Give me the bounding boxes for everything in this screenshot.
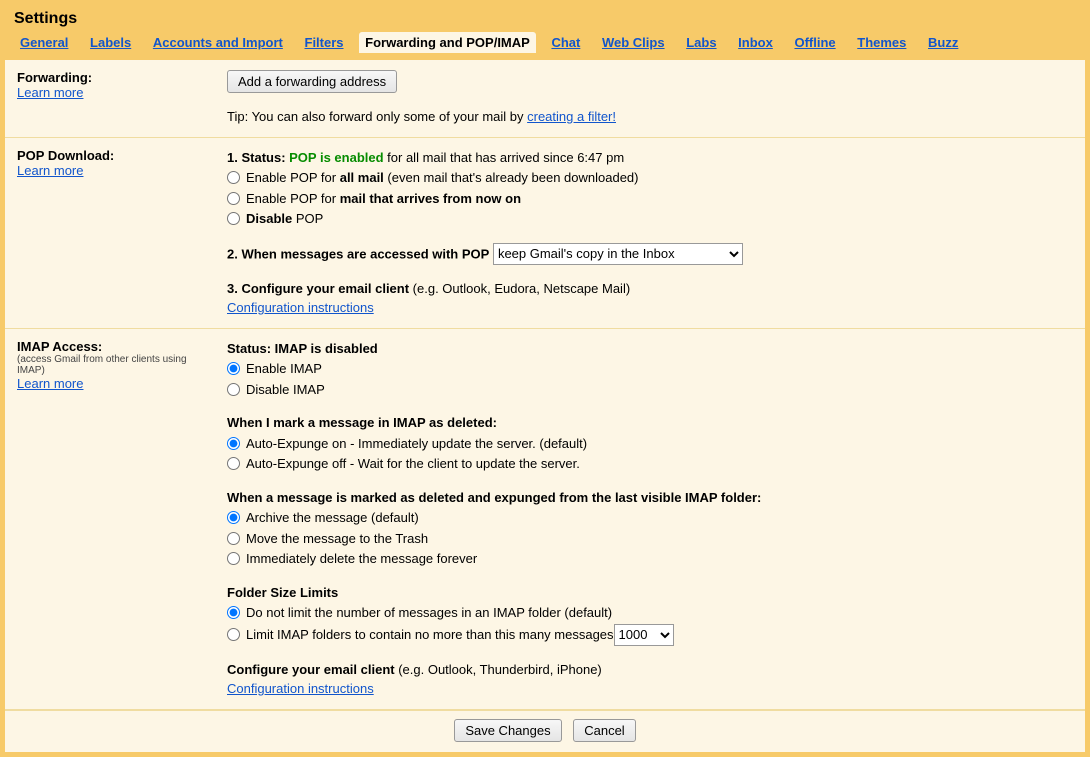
imap-nolimit-radio[interactable] bbox=[227, 606, 240, 619]
imap-deleted-heading: When I mark a message in IMAP as deleted… bbox=[227, 413, 1073, 433]
imap-delete-forever-radio[interactable] bbox=[227, 552, 240, 565]
section-forwarding: Forwarding: Learn more Add a forwarding … bbox=[5, 60, 1085, 138]
imap-autoexpunge-off-label: Auto-Expunge off - Wait for the client t… bbox=[246, 454, 580, 474]
add-forwarding-address-button[interactable]: Add a forwarding address bbox=[227, 70, 397, 93]
tab-labs[interactable]: Labs bbox=[680, 32, 722, 53]
tab-filters[interactable]: Filters bbox=[299, 32, 350, 53]
pop-enable-nowon-radio[interactable] bbox=[227, 192, 240, 205]
pop-learn-more-link[interactable]: Learn more bbox=[17, 163, 83, 178]
imap-status-line: Status: IMAP is disabled bbox=[227, 339, 1073, 359]
pop-download-label: POP Download: bbox=[17, 148, 217, 163]
imap-access-sublabel: (access Gmail from other clients using I… bbox=[17, 354, 217, 376]
tab-themes[interactable]: Themes bbox=[851, 32, 912, 53]
page-title: Settings bbox=[4, 4, 1086, 32]
tab-inbox[interactable]: Inbox bbox=[732, 32, 779, 53]
forwarding-learn-more-link[interactable]: Learn more bbox=[17, 85, 83, 100]
imap-autoexpunge-on-label: Auto-Expunge on - Immediately update the… bbox=[246, 434, 587, 454]
tab-forwarding-pop-imap[interactable]: Forwarding and POP/IMAP bbox=[359, 32, 536, 53]
imap-enable-radio[interactable] bbox=[227, 362, 240, 375]
save-changes-button[interactable]: Save Changes bbox=[454, 719, 561, 742]
pop-configure-client: 3. Configure your email client (e.g. Out… bbox=[227, 279, 1073, 318]
tab-offline[interactable]: Offline bbox=[788, 32, 841, 53]
tab-buzz[interactable]: Buzz bbox=[922, 32, 964, 53]
pop-enable-all-radio[interactable] bbox=[227, 171, 240, 184]
tab-accounts-import[interactable]: Accounts and Import bbox=[147, 32, 289, 53]
imap-limit-radio[interactable] bbox=[227, 628, 240, 641]
imap-access-label: IMAP Access: bbox=[17, 339, 217, 354]
tab-chat[interactable]: Chat bbox=[545, 32, 586, 53]
imap-delete-forever-label: Immediately delete the message forever bbox=[246, 549, 477, 569]
imap-limit-select[interactable]: 1000 bbox=[614, 624, 674, 646]
pop-enable-all-label: Enable POP for all mail (even mail that'… bbox=[246, 168, 639, 188]
section-pop-download: POP Download: Learn more 1. Status: POP … bbox=[5, 138, 1085, 329]
pop-configuration-instructions-link[interactable]: Configuration instructions bbox=[227, 300, 374, 315]
pop-disable-label: Disable POP bbox=[246, 209, 323, 229]
pop-when-accessed: 2. When messages are accessed with POP k… bbox=[227, 243, 1073, 265]
footer-buttons: Save Changes Cancel bbox=[5, 710, 1085, 752]
section-imap-access: IMAP Access: (access Gmail from other cl… bbox=[5, 329, 1085, 710]
tab-web-clips[interactable]: Web Clips bbox=[596, 32, 671, 53]
imap-archive-label: Archive the message (default) bbox=[246, 508, 419, 528]
pop-when-accessed-select[interactable]: keep Gmail's copy in the Inbox bbox=[493, 243, 743, 265]
tab-labels[interactable]: Labels bbox=[84, 32, 137, 53]
creating-filter-link[interactable]: creating a filter! bbox=[527, 109, 616, 124]
pop-status-line: 1. Status: POP is enabled for all mail t… bbox=[227, 148, 1073, 168]
imap-learn-more-link[interactable]: Learn more bbox=[17, 376, 83, 391]
imap-expunged-heading: When a message is marked as deleted and … bbox=[227, 488, 1073, 508]
imap-disable-radio[interactable] bbox=[227, 383, 240, 396]
imap-folder-heading: Folder Size Limits bbox=[227, 583, 1073, 603]
forwarding-label: Forwarding: bbox=[17, 70, 217, 85]
imap-configure-client: Configure your email client (e.g. Outloo… bbox=[227, 660, 1073, 699]
imap-disable-label: Disable IMAP bbox=[246, 380, 325, 400]
cancel-button[interactable]: Cancel bbox=[573, 719, 635, 742]
forwarding-tip: Tip: You can also forward only some of y… bbox=[227, 107, 1073, 127]
pop-disable-radio[interactable] bbox=[227, 212, 240, 225]
pop-status-value: POP is enabled bbox=[289, 150, 383, 165]
forwarding-tip-text: Tip: You can also forward only some of y… bbox=[227, 109, 527, 124]
imap-move-trash-label: Move the message to the Trash bbox=[246, 529, 428, 549]
imap-archive-radio[interactable] bbox=[227, 511, 240, 524]
imap-move-trash-radio[interactable] bbox=[227, 532, 240, 545]
imap-autoexpunge-off-radio[interactable] bbox=[227, 457, 240, 470]
imap-nolimit-label: Do not limit the number of messages in a… bbox=[246, 603, 612, 623]
imap-limit-label: Limit IMAP folders to contain no more th… bbox=[246, 625, 614, 645]
settings-tabs: General Labels Accounts and Import Filte… bbox=[4, 32, 1086, 59]
pop-enable-nowon-label: Enable POP for mail that arrives from no… bbox=[246, 189, 521, 209]
imap-enable-label: Enable IMAP bbox=[246, 359, 322, 379]
tab-general[interactable]: General bbox=[14, 32, 74, 53]
imap-autoexpunge-on-radio[interactable] bbox=[227, 437, 240, 450]
